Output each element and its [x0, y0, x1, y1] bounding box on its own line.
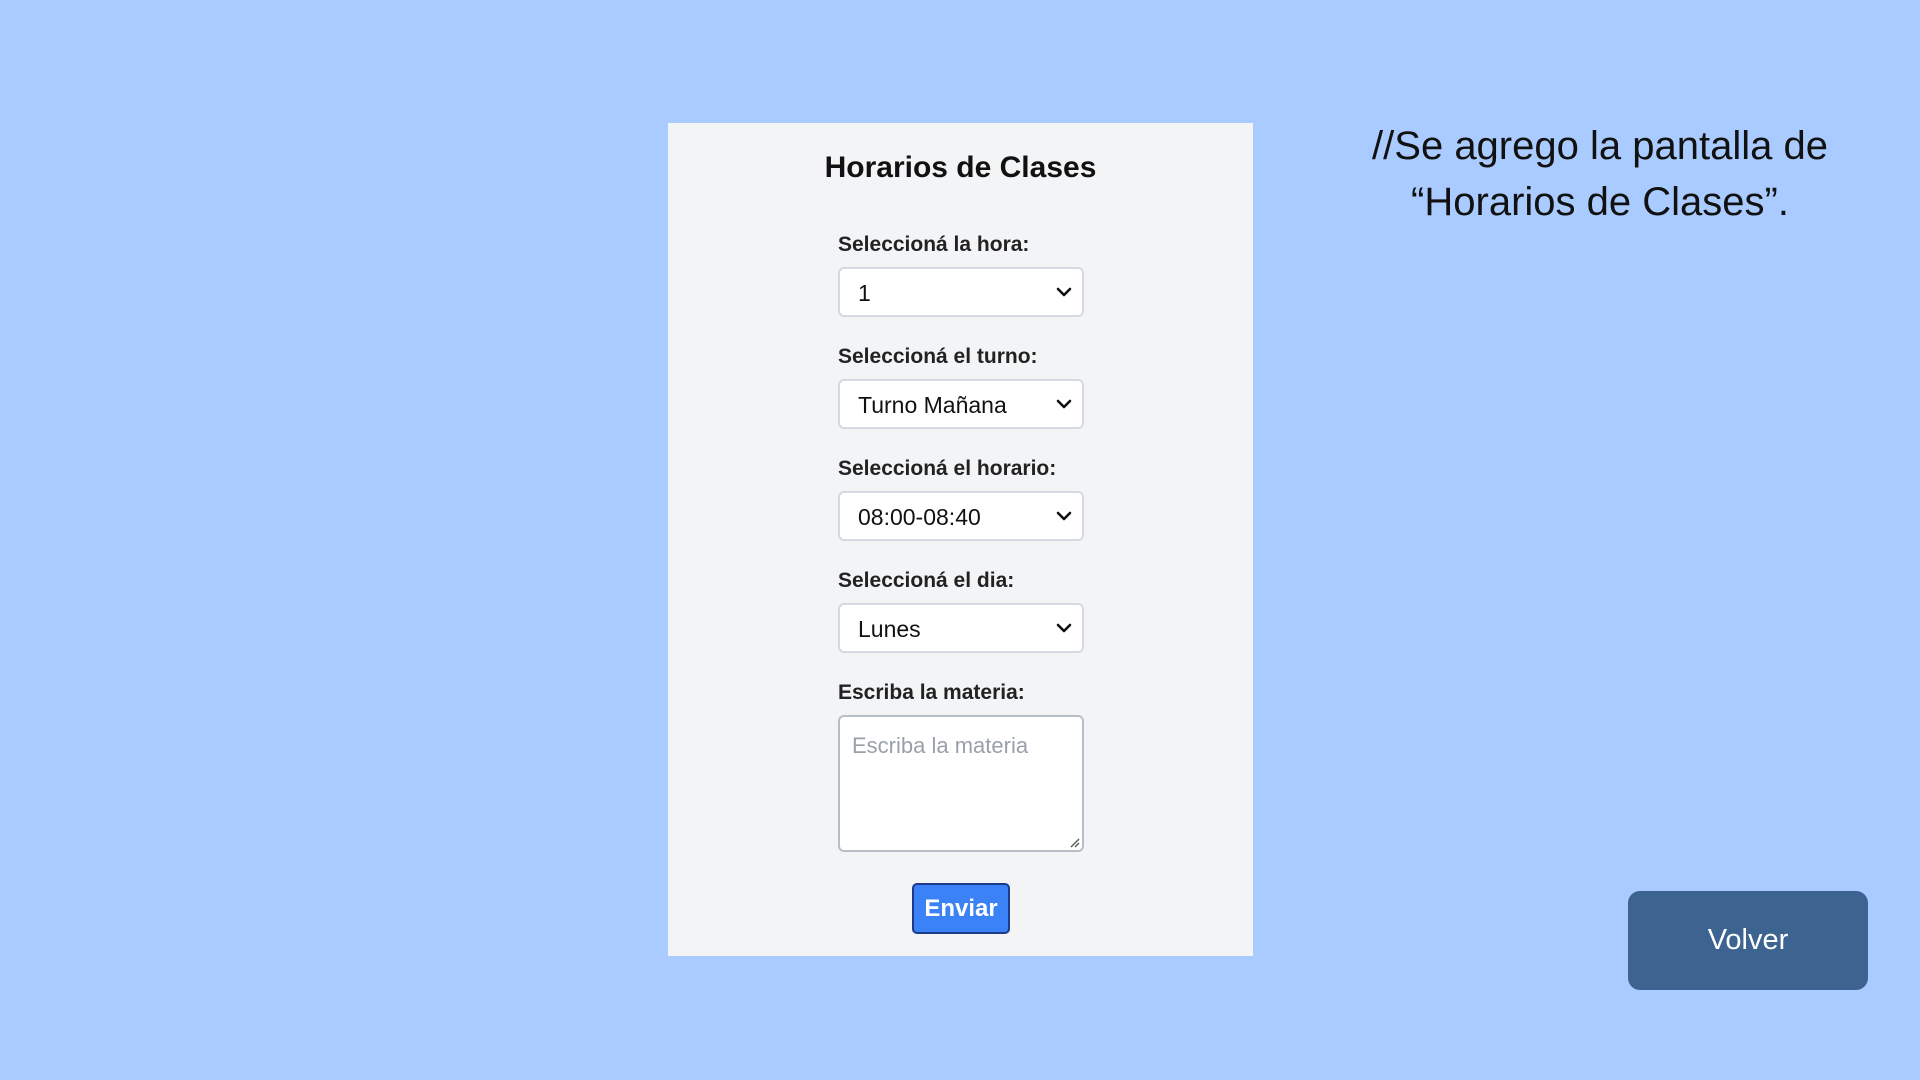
form-title: Horarios de Clases: [824, 151, 1097, 184]
materia-placeholder: Escriba la materia: [852, 733, 1029, 758]
turno-select[interactable]: Turno Mañana: [838, 379, 1084, 429]
hora-select[interactable]: 1: [838, 267, 1084, 317]
change-note-line-1: //Se agrego la pantalla de: [1372, 124, 1828, 168]
turno-select-value: Turno Mañana: [858, 392, 1007, 418]
materia-field: Escriba la materia: Escriba la materia: [838, 679, 1084, 852]
materia-label: Escriba la materia:: [838, 681, 1025, 704]
volver-button[interactable]: Volver: [1628, 891, 1868, 990]
horario-select-value: 08:00-08:40: [858, 504, 981, 530]
turno-field: Seleccioná el turno: Turno Mañana: [838, 343, 1084, 429]
dia-select-value: Lunes: [858, 616, 921, 642]
turno-label: Seleccioná el turno:: [838, 345, 1038, 368]
dia-label: Seleccioná el dia:: [838, 569, 1015, 592]
hora-select-value: 1: [858, 280, 871, 306]
dia-field: Seleccioná el dia: Lunes: [838, 567, 1084, 653]
enviar-button[interactable]: Enviar: [912, 883, 1010, 934]
horarios-form-card: Horarios de Clases Seleccioná la hora: 1…: [668, 123, 1253, 956]
chevron-down-icon: [1056, 623, 1072, 633]
chevron-down-icon: [1056, 287, 1072, 297]
chevron-down-icon: [1056, 511, 1072, 521]
resize-grip-icon[interactable]: [1068, 836, 1080, 848]
horario-field: Seleccioná el horario: 08:00-08:40: [838, 455, 1084, 541]
hora-field: Seleccioná la hora: 1: [838, 231, 1084, 317]
materia-textarea[interactable]: Escriba la materia: [838, 715, 1084, 852]
change-note-line-2: “Horarios de Clases”.: [1411, 180, 1789, 224]
dia-select[interactable]: Lunes: [838, 603, 1084, 653]
change-note: //Se agrego la pantalla de “Horarios de …: [1340, 118, 1860, 230]
hora-label: Seleccioná la hora:: [838, 233, 1030, 256]
horario-label: Seleccioná el horario:: [838, 457, 1057, 480]
horario-select[interactable]: 08:00-08:40: [838, 491, 1084, 541]
chevron-down-icon: [1056, 399, 1072, 409]
